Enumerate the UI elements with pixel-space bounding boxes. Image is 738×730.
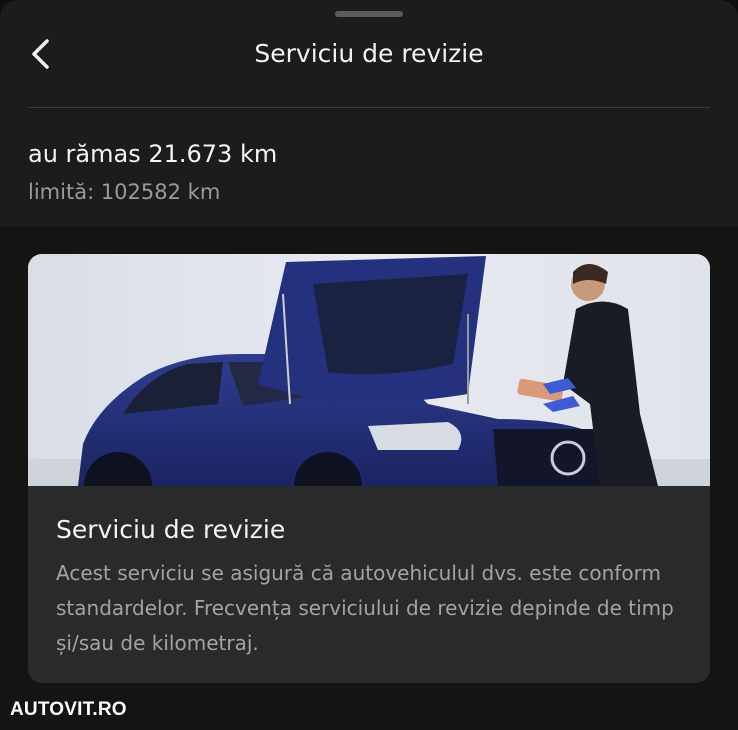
bottom-sheet: Serviciu de revizie au rămas 21.673 km l… <box>0 0 738 730</box>
service-card[interactable]: Serviciu de revizie Acest serviciu se as… <box>28 254 710 683</box>
car-service-photo <box>28 254 710 486</box>
distance-limit: limită: 102582 km <box>28 180 221 204</box>
sheet-grabber-handle[interactable] <box>335 11 403 17</box>
card-description: Acest serviciu se asigură că autovehicul… <box>56 561 674 655</box>
remaining-distance: au rămas 21.673 km <box>28 140 278 168</box>
watermark-logo: AUTOVIT.RO <box>10 699 127 720</box>
card-title: Serviciu de revizie <box>56 515 286 544</box>
page-title: Serviciu de revizie <box>254 39 484 68</box>
header-divider <box>28 107 710 108</box>
